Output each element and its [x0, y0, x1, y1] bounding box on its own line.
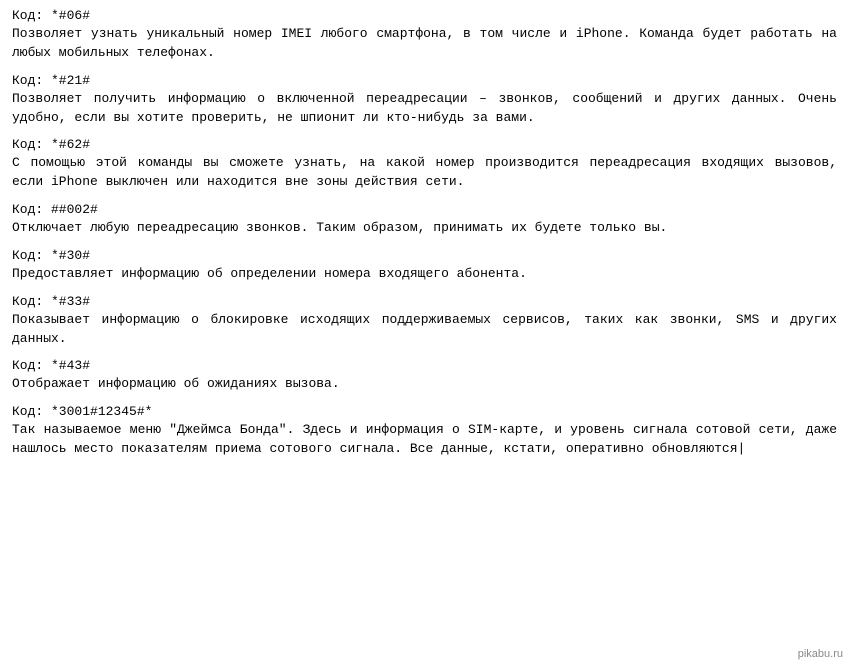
desc-text-1: Позволяет узнать уникальный номер IMEI л…: [12, 25, 837, 63]
code-line-1: Код: *#06#: [12, 8, 837, 23]
watermark: pikabu.ru: [798, 648, 843, 660]
desc-text-7: Отображает информацию об ожиданиях вызов…: [12, 375, 837, 394]
code-line-3: Код: *#62#: [12, 137, 837, 152]
content-block-5: Код: *#30# Предоставляет информацию об оп…: [12, 248, 837, 284]
content-block-6: Код: *#33# Показывает информацию о блокир…: [12, 294, 837, 349]
desc-text-8: Так называемое меню "Джеймса Бонда". Зде…: [12, 421, 837, 459]
code-line-4: Код: ##002#: [12, 202, 837, 217]
desc-text-2: Позволяет получить информацию о включенн…: [12, 90, 837, 128]
desc-text-5: Предоставляет информацию об определении …: [12, 265, 837, 284]
content-block-1: Код: *#06# Позволяет узнать уникальный но…: [12, 8, 837, 63]
code-line-7: Код: *#43#: [12, 358, 837, 373]
page-container: Код: *#06# Позволяет узнать уникальный но…: [0, 0, 849, 666]
desc-text-4: Отключает любую переадресацию звонков. Т…: [12, 219, 837, 238]
code-line-6: Код: *#33#: [12, 294, 837, 309]
content-block-3: Код: *#62# С помощью этой команды вы смож…: [12, 137, 837, 192]
desc-text-6: Показывает информацию о блокировке исход…: [12, 311, 837, 349]
content-block-8: Код: *3001#12345#* Так называемое меню "Д…: [12, 404, 837, 459]
code-line-8: Код: *3001#12345#*: [12, 404, 837, 419]
desc-text-3: С помощью этой команды вы сможете узнать…: [12, 154, 837, 192]
content-block-7: Код: *#43# Отображает информацию об ожида…: [12, 358, 837, 394]
code-line-5: Код: *#30#: [12, 248, 837, 263]
content-block-2: Код: *#21# Позволяет получить информацию …: [12, 73, 837, 128]
content-block-4: Код: ##002# Отключает любую переадресацию…: [12, 202, 837, 238]
code-line-2: Код: *#21#: [12, 73, 837, 88]
